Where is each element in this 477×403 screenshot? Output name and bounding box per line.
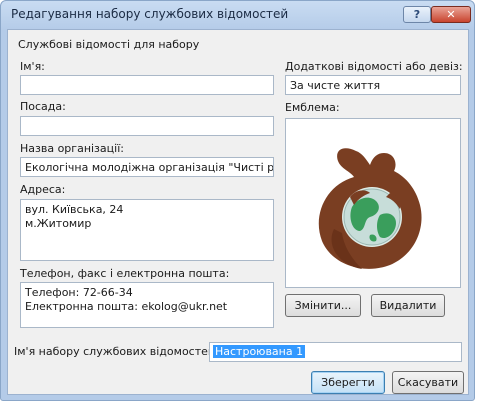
dialog-window: Редагування набору службових відомостей … xyxy=(0,0,475,401)
cancel-button[interactable]: Скасувати xyxy=(392,371,464,394)
motto-label: Додаткові відомості або девіз: xyxy=(285,60,463,73)
organization-label: Назва організації: xyxy=(20,142,124,155)
delete-emblem-button[interactable]: Видалити xyxy=(371,294,445,317)
address-label: Адреса: xyxy=(20,183,66,196)
close-button[interactable]: ✕ xyxy=(431,6,471,23)
address-textarea[interactable]: вул. Київська, 24 м.Житомир xyxy=(20,199,274,261)
hands-holding-globe-icon xyxy=(318,148,422,269)
position-label: Посада: xyxy=(20,100,66,113)
name-label: Ім'я: xyxy=(20,60,45,73)
organization-input[interactable]: Екологічна молодіжна організація "Чисті … xyxy=(20,157,274,177)
dialog-body: Службові відомості для набору Ім'я: Поса… xyxy=(7,29,469,395)
set-name-input[interactable]: Настроювана 1 xyxy=(209,342,462,362)
help-button[interactable]: ? xyxy=(403,6,431,23)
contacts-label: Телефон, факс і електронна пошта: xyxy=(20,267,230,280)
save-button[interactable]: Зберегти xyxy=(311,371,385,394)
emblem-preview xyxy=(285,118,461,288)
set-name-label: Ім'я набору службових відомостей: xyxy=(14,345,219,358)
group-label: Службові відомості для набору xyxy=(18,38,200,51)
emblem-label: Емблема: xyxy=(285,101,340,114)
set-name-value: Настроювана 1 xyxy=(213,345,306,358)
window-title: Редагування набору службових відомостей xyxy=(11,7,289,21)
change-emblem-button[interactable]: Змінити... xyxy=(285,294,361,317)
contacts-textarea[interactable]: Телефон: 72-66-34 Електронна пошта: ekol… xyxy=(20,282,274,328)
position-input[interactable] xyxy=(20,116,274,136)
name-input[interactable] xyxy=(20,75,274,95)
motto-input[interactable]: За чисте життя xyxy=(285,75,461,95)
title-bar[interactable]: Редагування набору службових відомостей … xyxy=(1,1,474,29)
